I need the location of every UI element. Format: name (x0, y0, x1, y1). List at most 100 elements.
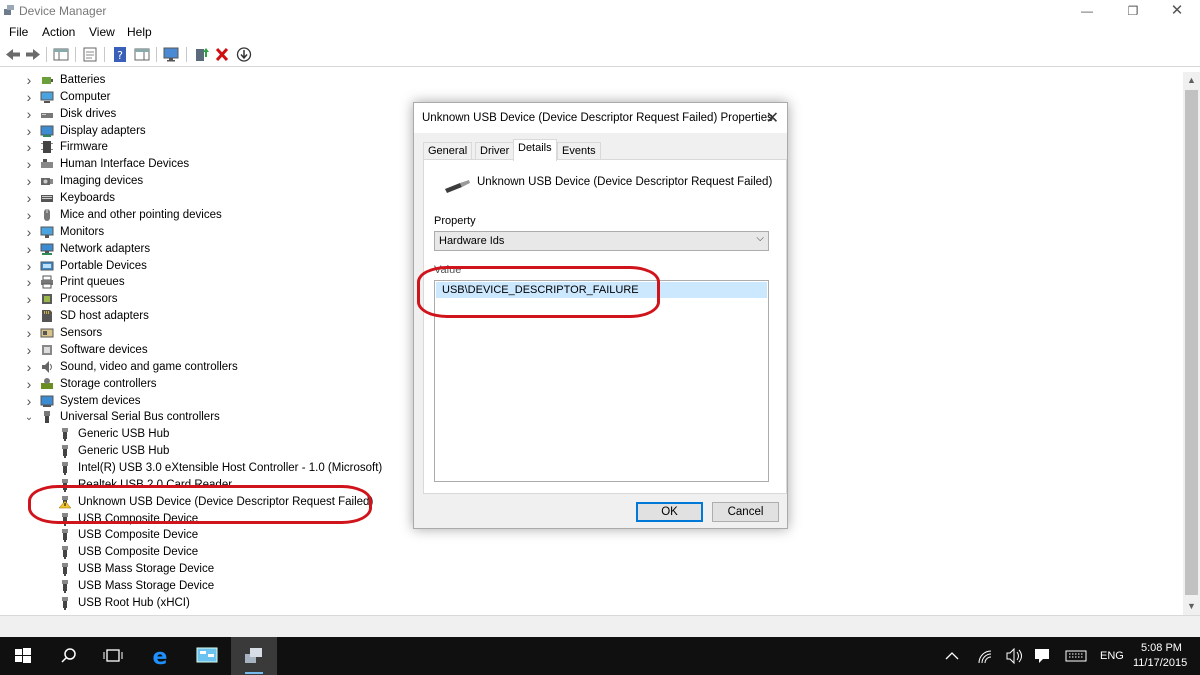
chevron-right-icon[interactable]: › (24, 224, 34, 241)
chevron-right-icon[interactable]: › (24, 258, 34, 275)
usb-device-icon (445, 180, 470, 193)
close-window-button[interactable]: ✕ (1154, 0, 1200, 22)
scroll-down-arrow-icon[interactable]: ▼ (1183, 598, 1200, 615)
update-driver-icon[interactable] (193, 46, 211, 63)
sensor-icon (40, 328, 54, 338)
chevron-right-icon[interactable]: › (24, 393, 34, 410)
tab-details[interactable]: Details (513, 139, 557, 161)
chevron-right-icon[interactable]: › (24, 308, 34, 325)
chevron-right-icon[interactable]: › (24, 72, 34, 89)
chevron-right-icon[interactable]: › (24, 89, 34, 106)
portable-device-icon (40, 261, 54, 271)
scroll-up-arrow-icon[interactable]: ▲ (1183, 72, 1200, 89)
tree-item-label: System devices (60, 394, 141, 407)
menu-view[interactable]: View (89, 25, 115, 39)
search-icon[interactable] (46, 637, 92, 675)
chevron-right-icon[interactable]: › (24, 291, 34, 308)
property-dropdown[interactable]: Hardware Ids ⌵ (434, 231, 769, 251)
device-name: Unknown USB Device (Device Descriptor Re… (477, 176, 773, 188)
uninstall-device-icon[interactable] (213, 46, 231, 63)
device-manager-taskbar-icon[interactable] (231, 637, 277, 675)
tree-item-label: Generic USB Hub (78, 445, 170, 458)
properties-icon[interactable] (81, 46, 99, 63)
dialog-close-icon[interactable]: ✕ (766, 108, 779, 128)
disk-drive-icon (41, 112, 53, 118)
usb-plug-icon (62, 445, 68, 459)
tree-item-label: Generic USB Hub (78, 428, 170, 441)
chevron-right-icon[interactable]: › (24, 359, 34, 376)
chevron-right-icon[interactable]: › (24, 156, 34, 173)
tree-device[interactable]: USB Mass Storage Device (0, 578, 1180, 595)
tree-device[interactable]: USB Composite Device (0, 544, 1180, 561)
help-icon[interactable]: ? (111, 46, 129, 63)
enable-device-icon[interactable] (235, 46, 253, 63)
chevron-right-icon[interactable]: › (24, 123, 34, 140)
chevron-right-icon[interactable]: › (24, 106, 34, 123)
task-view-icon[interactable] (90, 637, 136, 675)
menu-help[interactable]: Help (127, 25, 152, 39)
tree-category[interactable]: › Batteries (0, 72, 1180, 89)
chevron-right-icon[interactable]: › (24, 376, 34, 393)
control-panel-icon[interactable] (184, 637, 230, 675)
show-hidden-icons-chevron-icon[interactable] (932, 637, 972, 675)
chevron-right-icon[interactable]: › (24, 173, 34, 190)
menu-file[interactable]: File (9, 25, 28, 39)
touch-keyboard-icon[interactable] (1060, 637, 1092, 675)
firmware-icon (41, 141, 53, 154)
language-indicator[interactable]: ENG (1100, 650, 1124, 662)
status-bar (0, 615, 1200, 637)
storage-controller-icon (41, 377, 53, 389)
usb-plug-icon (62, 596, 68, 610)
volume-icon[interactable] (1000, 637, 1028, 675)
menu-action[interactable]: Action (42, 25, 75, 39)
windows-start-icon[interactable] (0, 637, 46, 675)
svg-text:?: ? (117, 49, 123, 62)
wifi-icon[interactable] (970, 637, 1000, 675)
chevron-right-icon[interactable]: › (24, 325, 34, 342)
show-hide-console-tree-icon[interactable] (52, 46, 70, 63)
property-label: Property (434, 215, 476, 227)
scan-hardware-icon[interactable] (162, 46, 180, 63)
chevron-right-icon[interactable]: › (24, 342, 34, 359)
software-device-icon (42, 344, 52, 355)
tab-driver[interactable]: Driver (475, 142, 515, 160)
restore-button[interactable]: ❐ (1110, 0, 1156, 22)
usb-plug-icon (62, 529, 68, 543)
vertical-scrollbar[interactable]: ▲ ▼ (1183, 72, 1200, 615)
chevron-right-icon[interactable]: › (24, 241, 34, 258)
clock-time[interactable]: 5:08 PM (1141, 642, 1182, 654)
forward-arrow-icon[interactable] (24, 46, 42, 63)
cancel-button[interactable]: Cancel (712, 502, 779, 522)
tree-device[interactable]: USB Mass Storage Device (0, 561, 1180, 578)
menu-bar: File Action View Help (0, 22, 1200, 42)
tree-device[interactable]: USB Composite Device (0, 527, 1180, 544)
tab-events[interactable]: Events (557, 142, 601, 160)
tab-general[interactable]: General (423, 142, 473, 160)
usb-plug-icon (62, 580, 68, 594)
annotation-ellipse-tree (28, 485, 372, 524)
dialog-title-bar: Unknown USB Device (Device Descriptor Re… (414, 103, 787, 133)
tree-item-label: Disk drives (60, 107, 117, 120)
edge-browser-icon[interactable]: e (137, 637, 183, 675)
chevron-right-icon[interactable]: › (24, 274, 34, 291)
tree-device[interactable]: USB Root Hub (xHCI) (0, 595, 1180, 612)
title-bar: Device Manager — ❐ ✕ (0, 0, 1200, 22)
scroll-thumb[interactable] (1185, 90, 1198, 595)
tree-item-label: Monitors (60, 225, 105, 238)
back-arrow-icon[interactable] (4, 46, 22, 63)
processor-icon (42, 294, 52, 305)
tree-item-label: Mice and other pointing devices (60, 208, 222, 221)
tree-item-label: Computer (60, 90, 111, 103)
chevron-down-icon[interactable]: ⌄ (24, 409, 34, 426)
sd-card-icon (42, 310, 52, 323)
clock-date[interactable]: 11/17/2015 (1133, 657, 1187, 669)
ok-button[interactable]: OK (636, 502, 703, 522)
chevron-right-icon[interactable]: › (24, 190, 34, 207)
action-pane-icon[interactable] (133, 46, 151, 63)
action-center-icon[interactable] (1028, 637, 1056, 675)
chevron-right-icon[interactable]: › (24, 207, 34, 224)
usb-plug-icon (62, 546, 68, 560)
usb-plug-icon (62, 563, 68, 577)
minimize-button[interactable]: — (1064, 0, 1110, 22)
chevron-right-icon[interactable]: › (24, 139, 34, 156)
